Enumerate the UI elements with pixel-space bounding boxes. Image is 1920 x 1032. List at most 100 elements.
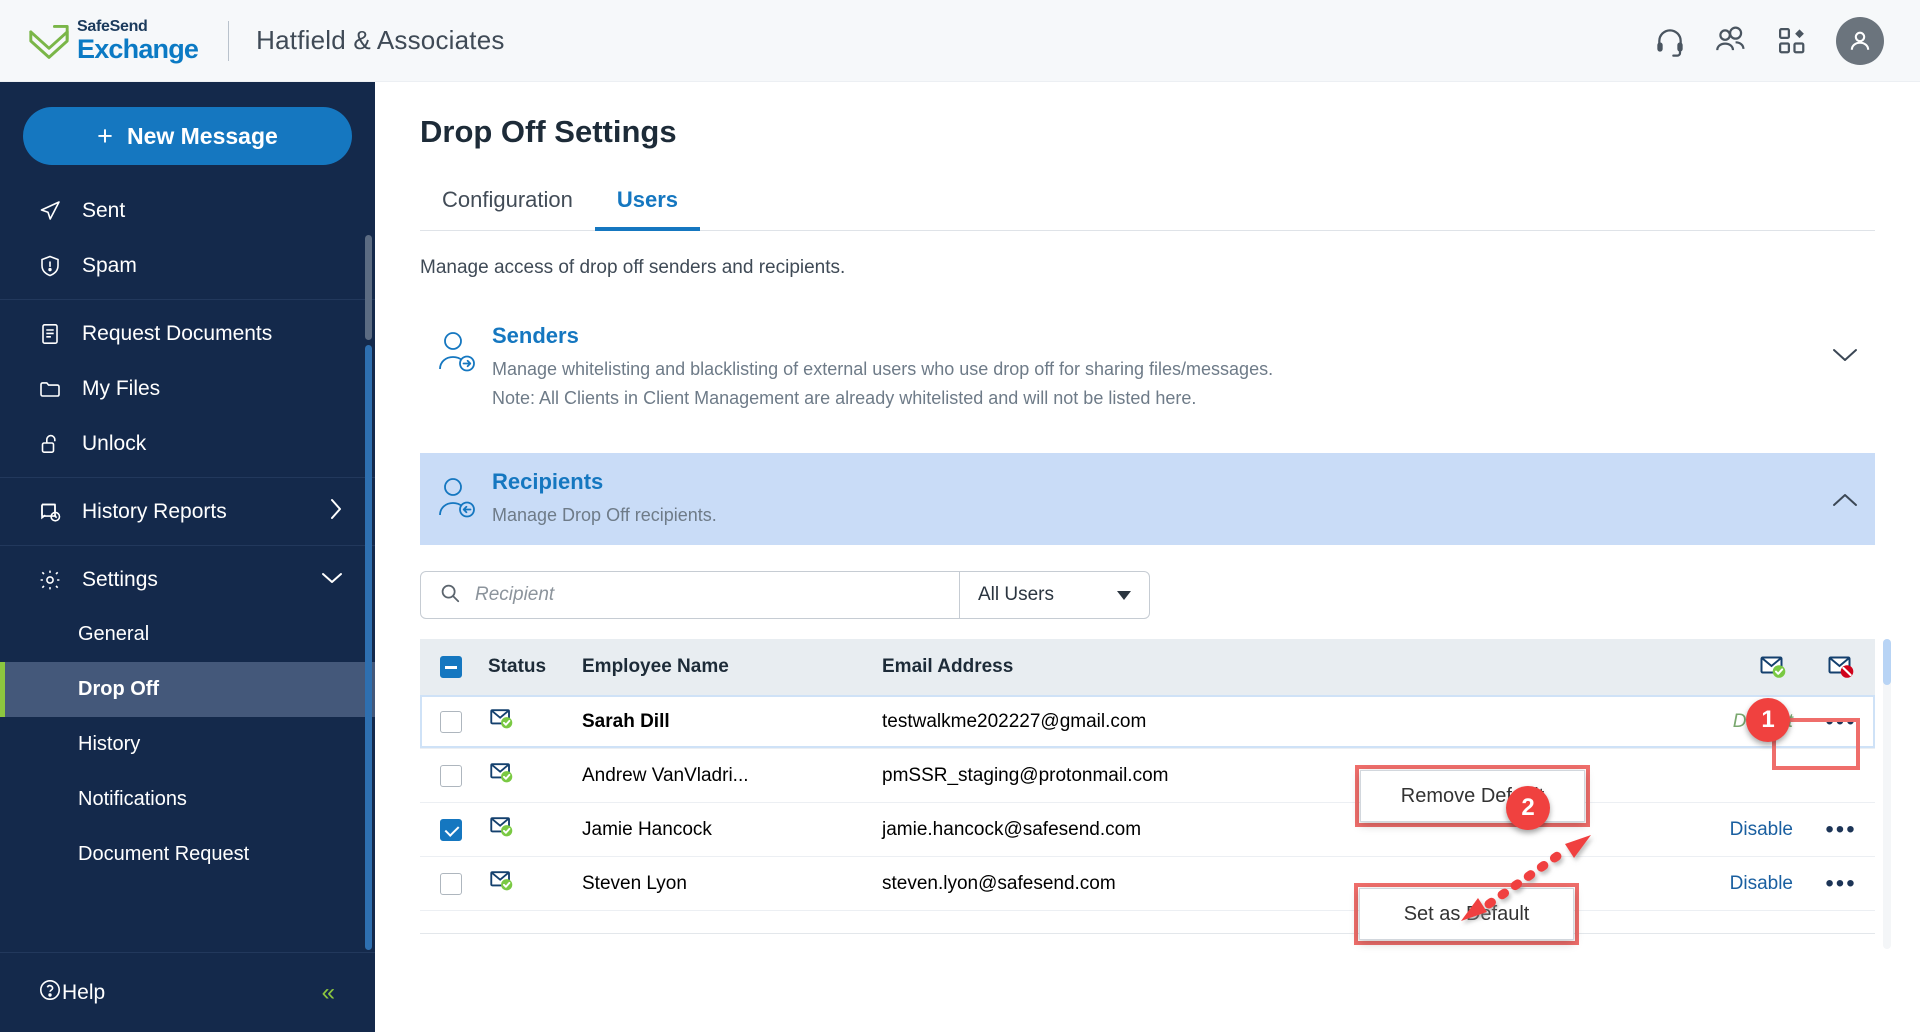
select-all-cell: [420, 656, 482, 679]
sidebar-scrollbar-thumb-upper[interactable]: [365, 235, 372, 340]
new-message-button[interactable]: + New Message: [23, 107, 352, 165]
header-actions: [1653, 16, 1884, 65]
row-more-options-cell: •••: [1807, 871, 1875, 896]
recipients-body: Recipients Manage Drop Off recipients.: [492, 469, 1815, 530]
new-message-label: New Message: [126, 122, 278, 149]
sidebar-item-general[interactable]: General: [0, 607, 375, 662]
sidebar-scrollbar[interactable]: [365, 235, 372, 952]
sidebar-item-sent[interactable]: Sent: [0, 183, 375, 238]
header-divider: [228, 20, 230, 61]
table-row[interactable]: Andrew VanVladri... pmSSR_staging@proton…: [420, 749, 1875, 804]
recipients-toolbar: All Users: [420, 571, 1920, 620]
people-icon[interactable]: [1714, 24, 1748, 58]
sidebar-item-help[interactable]: Help «: [0, 952, 375, 1032]
bulk-enable-envelope-check-icon[interactable]: [1739, 652, 1807, 682]
row-checkbox[interactable]: [440, 764, 462, 787]
row-more-options-cell: •••: [1807, 709, 1875, 734]
sidebar-item-spam[interactable]: Spam: [0, 238, 375, 293]
sidebar-item-notifications[interactable]: Notifications: [0, 772, 375, 827]
sidebar-label-unlock: Unlock: [82, 431, 147, 455]
send-icon: [38, 199, 68, 223]
organization-name: Hatfield & Associates: [256, 25, 505, 55]
annotation-arrow: [1461, 835, 1591, 921]
tab-configuration[interactable]: Configuration: [420, 187, 595, 231]
select-all-checkbox[interactable]: [440, 656, 462, 679]
column-header-status: Status: [488, 656, 547, 678]
safesend-envelope-icon: [29, 24, 69, 59]
more-options-icon[interactable]: •••: [1825, 817, 1856, 842]
row-status-cell: [482, 813, 582, 847]
annotation-badge-1: 1: [1746, 698, 1790, 742]
sidebar-label-history: History: [78, 733, 141, 755]
more-options-icon[interactable]: •••: [1825, 871, 1856, 896]
table-scrollbar-thumb[interactable]: [1883, 639, 1891, 686]
folder-icon: [38, 377, 68, 401]
nav-group-files: Request Documents My Files Unlock: [0, 299, 375, 477]
search-input[interactable]: [475, 584, 959, 607]
logo-text-bottom: Exchange: [77, 33, 199, 64]
recipients-panel[interactable]: Recipients Manage Drop Off recipients.: [420, 452, 1875, 546]
question-circle-icon: [38, 978, 62, 1008]
document-icon: [38, 322, 68, 346]
sidebar-nav: Sent Spam Request Documents My Files Unl…: [0, 177, 375, 952]
sidebar: + New Message Sent Spam Request Document…: [0, 82, 375, 1032]
sidebar-label-spam: Spam: [82, 253, 137, 277]
sidebar-item-history[interactable]: History: [0, 717, 375, 772]
top-bar: SafeSend Exchange Hatfield & Associates: [0, 0, 1920, 82]
sidebar-item-request-documents[interactable]: Request Documents: [0, 306, 375, 361]
row-select-cell: [420, 764, 482, 787]
row-disable-link[interactable]: Disable: [1730, 819, 1793, 840]
sidebar-scrollbar-thumb[interactable]: [365, 345, 372, 950]
row-email-address: testwalkme202227@gmail.com: [882, 710, 1147, 732]
row-checkbox[interactable]: [440, 818, 462, 841]
search-recipient-box[interactable]: [420, 571, 960, 620]
page-title: Drop Off Settings: [420, 114, 677, 149]
chevron-down-icon: [1117, 590, 1131, 600]
nav-group-reports: History Reports: [0, 477, 375, 545]
brand-logo[interactable]: SafeSend Exchange: [27, 17, 199, 64]
recipients-line-1: Manage Drop Off recipients.: [492, 504, 717, 525]
user-filter-dropdown[interactable]: All Users: [960, 571, 1150, 620]
bulk-disable-envelope-block-icon[interactable]: [1807, 652, 1875, 682]
collapse-sidebar-icon[interactable]: «: [322, 979, 335, 1007]
sidebar-item-unlock[interactable]: Unlock: [0, 416, 375, 471]
user-avatar-icon[interactable]: [1836, 16, 1884, 65]
sidebar-item-my-files[interactable]: My Files: [0, 361, 375, 416]
sidebar-item-document-request[interactable]: Document Request: [0, 827, 375, 882]
table-row[interactable]: Sarah Dill testwalkme202227@gmail.com De…: [420, 695, 1875, 750]
row-status-cell: [482, 705, 582, 739]
envelope-check-icon: [490, 709, 513, 729]
apps-grid-icon[interactable]: [1775, 24, 1809, 58]
sidebar-item-settings[interactable]: Settings: [0, 552, 375, 607]
sidebar-item-history-reports[interactable]: History Reports: [0, 484, 375, 539]
recipients-collapse-chevron-up-icon[interactable]: [1815, 469, 1875, 510]
senders-line-1: Manage whitelisting and blacklisting of …: [492, 359, 1274, 379]
table-scrollbar[interactable]: [1883, 639, 1891, 950]
sidebar-label-request-documents: Request Documents: [82, 321, 273, 345]
headset-icon[interactable]: [1653, 24, 1687, 58]
nav-group-settings: Settings General Drop Off History Notifi…: [0, 545, 375, 888]
senders-panel[interactable]: Senders Manage whitelisting and blacklis…: [420, 305, 1875, 431]
senders-line-2: Note: All Clients in Client Management a…: [492, 387, 1197, 408]
tab-users[interactable]: Users: [594, 187, 701, 231]
row-select-cell: [420, 818, 482, 841]
row-more-options-cell: •••: [1807, 817, 1875, 842]
column-header-employee-name: Employee Name: [582, 656, 729, 678]
row-checkbox[interactable]: [440, 710, 462, 733]
app-root: SafeSend Exchange Hatfield & Associates: [0, 0, 1920, 1032]
row-status-cell: [482, 867, 582, 901]
row-disable-link[interactable]: Disable: [1730, 873, 1793, 894]
recipient-user-icon: [420, 469, 492, 521]
envelope-check-icon: [490, 871, 513, 891]
plus-icon: +: [97, 120, 113, 151]
table-header-row: Status Employee Name Email Address: [420, 639, 1875, 696]
more-options-icon[interactable]: •••: [1825, 709, 1856, 734]
senders-expand-chevron-down-icon[interactable]: [1815, 323, 1875, 364]
sidebar-label-drop-off: Drop Off: [78, 678, 160, 700]
unlock-icon: [38, 432, 68, 456]
row-checkbox[interactable]: [440, 872, 462, 895]
table-scrollbar-track: [1883, 673, 1891, 950]
logo-text-top: SafeSend: [77, 17, 148, 35]
sidebar-item-drop-off[interactable]: Drop Off: [0, 662, 375, 717]
row-status-cell: [482, 759, 582, 793]
